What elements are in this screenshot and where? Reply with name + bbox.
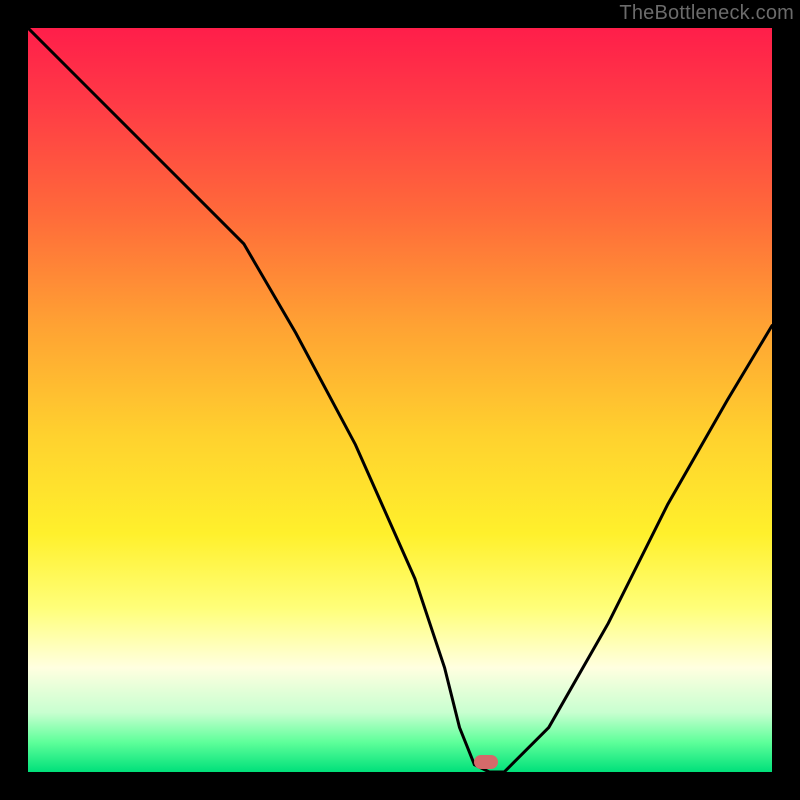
plot-area	[28, 28, 772, 772]
attribution-text: TheBottleneck.com	[619, 2, 794, 25]
chart-frame: TheBottleneck.com	[0, 0, 800, 800]
bottleneck-curve	[28, 28, 772, 772]
optimal-marker	[474, 755, 498, 769]
